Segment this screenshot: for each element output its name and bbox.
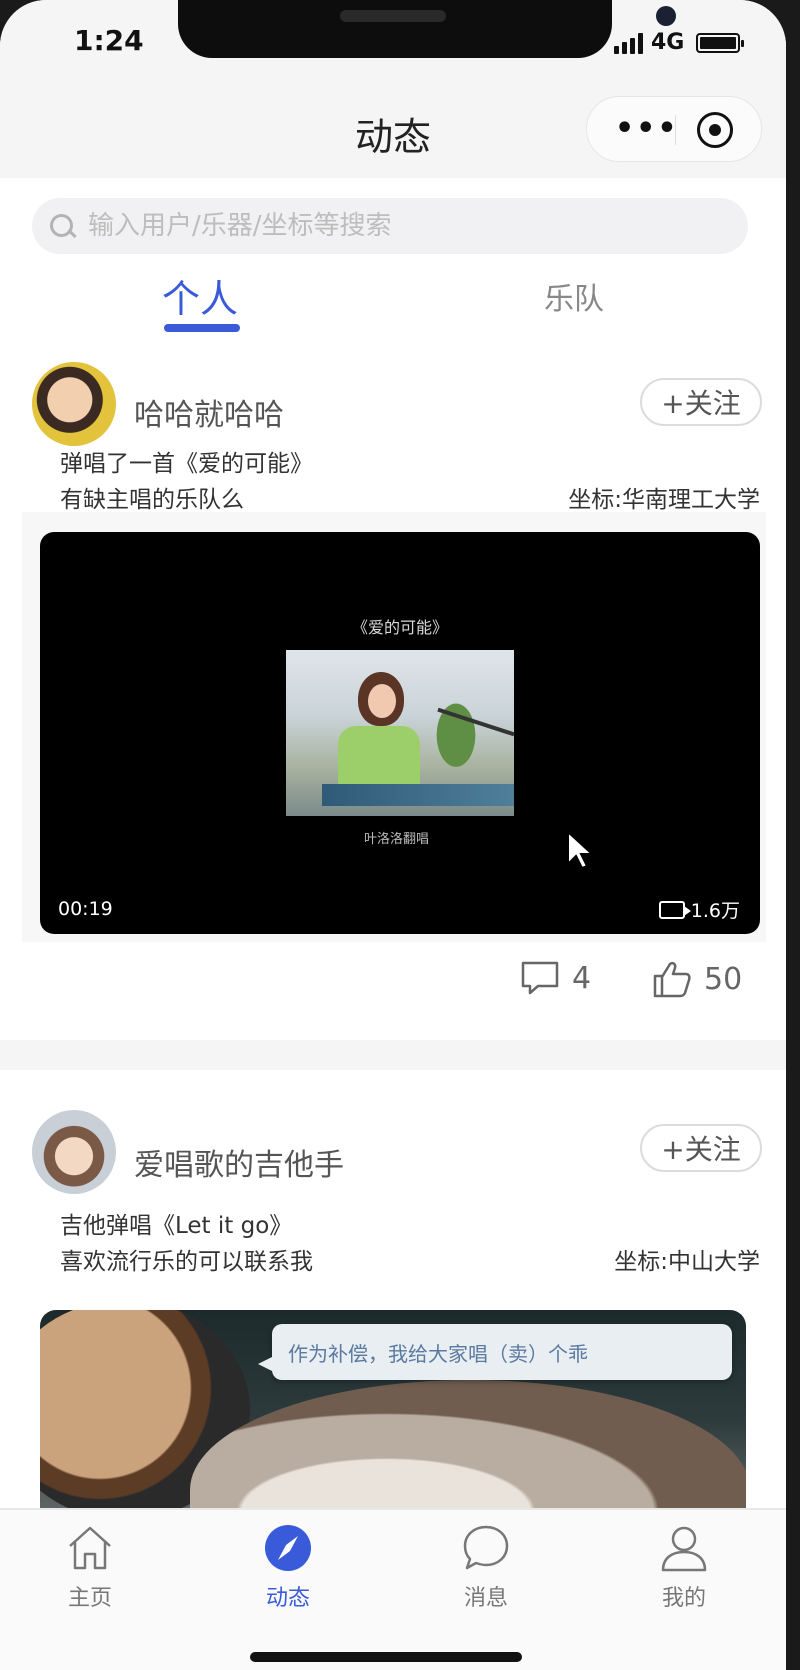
phone-frame: 1:24 4G 动态 ••• 个 xyxy=(0,0,800,1670)
avatar[interactable] xyxy=(32,1110,116,1194)
comment-button[interactable]: 4 xyxy=(520,960,591,996)
thumbs-up-icon xyxy=(653,961,691,998)
active-tab-indicator xyxy=(164,324,240,332)
video-subtitle-overlay: 叶洛洛翻唱 xyxy=(364,832,430,847)
post-separator xyxy=(0,1040,786,1070)
comment-icon xyxy=(521,961,559,995)
compass-icon xyxy=(265,1525,311,1571)
camera-dot xyxy=(656,6,676,26)
chat-bubble-icon xyxy=(463,1525,509,1570)
video-title-overlay: 《爱的可能》 xyxy=(352,618,449,637)
capsule-divider xyxy=(675,115,676,145)
follow-button[interactable]: +关注 xyxy=(640,1124,762,1172)
video-views: 1.6万 xyxy=(658,896,740,923)
tab-feed[interactable]: 动态 xyxy=(228,1522,348,1612)
post-location: 坐标:华南理工大学 xyxy=(568,487,760,513)
post-actions: 4 50 xyxy=(0,950,786,1020)
video-views-count: 1.6万 xyxy=(690,900,740,922)
video-frame-image xyxy=(286,650,515,816)
target-icon[interactable] xyxy=(697,112,733,148)
signal-icon xyxy=(614,32,643,54)
like-button[interactable]: 50 xyxy=(652,960,742,998)
post-description: 有缺主唱的乐队么 xyxy=(60,487,244,513)
tab-messages-label: 消息 xyxy=(463,1586,508,1611)
search-bar[interactable] xyxy=(32,198,748,254)
video-player[interactable]: 《爱的可能》 叶洛洛翻唱 00:19 1.6万 xyxy=(40,532,760,934)
tab-band[interactable]: 乐队 xyxy=(544,274,604,318)
singer-face-graphic xyxy=(368,684,396,718)
battery-icon xyxy=(696,32,745,53)
home-icon xyxy=(69,1526,111,1570)
search-icon xyxy=(48,212,76,240)
tab-personal[interactable]: 个人 xyxy=(162,268,238,323)
tab-home-label: 主页 xyxy=(67,1586,112,1611)
post-caption: 吉他弹唱《Let it go》 xyxy=(60,1213,293,1239)
avatar[interactable] xyxy=(32,362,116,446)
follow-button[interactable]: +关注 xyxy=(640,378,762,426)
nav-bar: 动态 ••• xyxy=(0,90,786,178)
tab-feed-label: 动态 xyxy=(265,1586,310,1611)
tab-profile-label: 我的 xyxy=(661,1586,706,1611)
more-dots-icon[interactable]: ••• xyxy=(615,111,679,146)
video-container: 《爱的可能》 叶洛洛翻唱 00:19 1.6万 xyxy=(22,512,766,942)
speaker-grille xyxy=(340,10,446,22)
tab-profile[interactable]: 我的 xyxy=(624,1522,744,1612)
keyboard-graphic xyxy=(322,784,514,806)
speech-bubble-text: 作为补偿，我给大家唱（卖）个乖 xyxy=(288,1342,588,1366)
post-caption: 弹唱了一首《爱的可能》 xyxy=(60,451,313,477)
device-notch xyxy=(178,0,676,58)
post-username[interactable]: 哈哈就哈哈 xyxy=(134,390,284,434)
post-description: 喜欢流行乐的可以联系我 xyxy=(60,1249,313,1275)
speech-bubble: 作为补偿，我给大家唱（卖）个乖 xyxy=(258,1324,732,1380)
bottom-tab-bar: 主页 动态 消息 我的 xyxy=(0,1508,786,1670)
home-indicator xyxy=(250,1652,522,1662)
tab-messages[interactable]: 消息 xyxy=(426,1522,546,1612)
search-input[interactable] xyxy=(88,211,688,241)
post-location: 坐标:中山大学 xyxy=(614,1249,760,1275)
post-username[interactable]: 爱唱歌的吉他手 xyxy=(134,1140,344,1184)
video-player[interactable]: 作为补偿，我给大家唱（卖）个乖 xyxy=(40,1310,746,1530)
status-indicators: 4G xyxy=(614,30,745,55)
video-duration: 00:19 xyxy=(58,898,113,920)
network-label: 4G xyxy=(651,30,685,55)
app-screen: 1:24 4G 动态 ••• 个 xyxy=(0,0,786,1670)
plant-graphic xyxy=(426,686,486,768)
tab-home[interactable]: 主页 xyxy=(30,1522,150,1612)
like-count: 50 xyxy=(704,961,743,997)
video-camera-icon xyxy=(658,900,691,919)
feed-tabs: 个人 乐队 xyxy=(0,262,786,336)
user-icon xyxy=(661,1526,707,1572)
comment-count: 4 xyxy=(572,960,592,996)
status-time: 1:24 xyxy=(74,24,144,57)
mini-program-capsule: ••• xyxy=(586,96,762,162)
